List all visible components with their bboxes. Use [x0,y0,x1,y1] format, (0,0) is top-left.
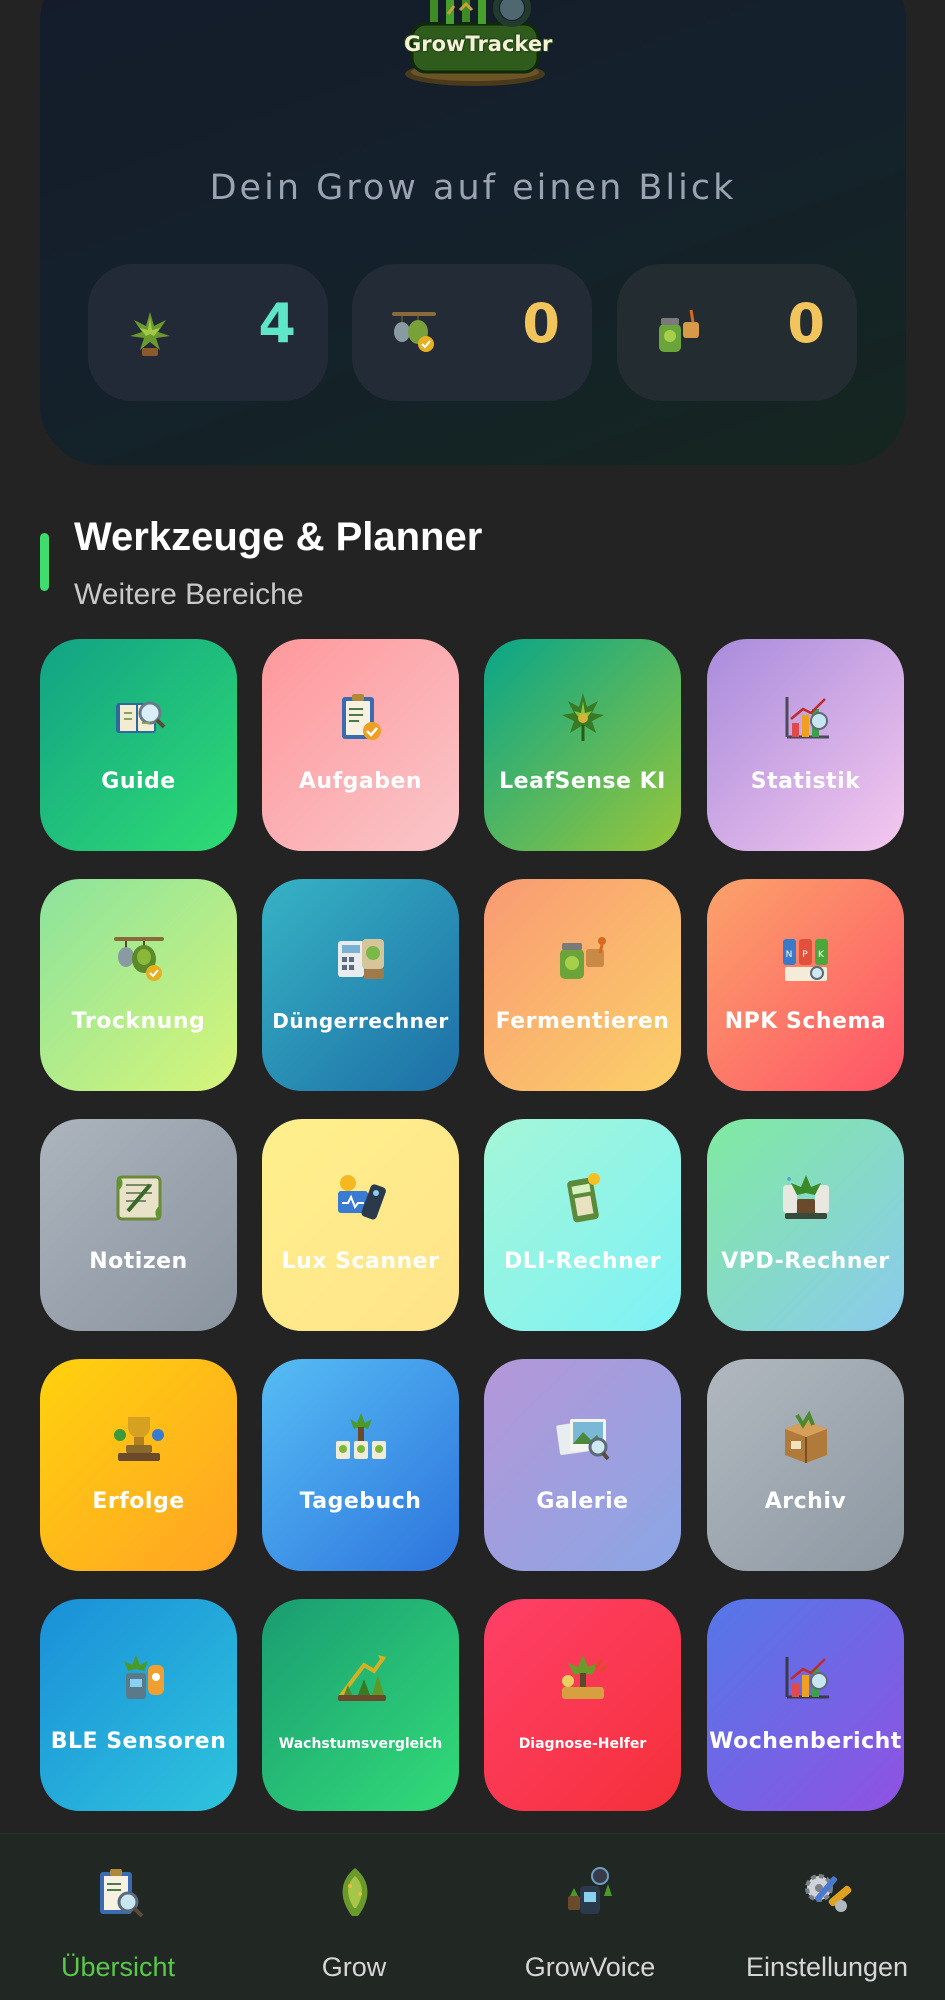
tile-label: NPK Schema [724,1009,887,1034]
stat-drying[interactable]: 0 [352,264,592,401]
nav-label: Einstellungen [745,1952,909,1982]
voice-icon [568,1867,612,1914]
archive-box-icon [785,1411,827,1463]
stat-drying-value: 0 [522,292,560,355]
jar-icon [659,309,699,352]
nav-overview[interactable]: Übersicht [0,1834,236,2000]
nav-grow[interactable]: Grow [236,1834,472,2000]
npk-bottles-icon: N P K [783,939,828,981]
grow-bud-icon [342,1868,368,1916]
stat-plants[interactable]: 4 [88,264,328,401]
tile-vpd-rechner[interactable]: VPD-Rechner [707,1119,904,1331]
drying-rack-icon [114,937,164,981]
tile-label: Tagebuch [299,1489,422,1514]
fertilizer-calculator-icon [338,939,384,979]
tile-tagebuch[interactable]: Tagebuch [262,1359,459,1571]
hero-tagline: Dein Grow auf einen Blick [209,168,737,208]
growth-compare-icon [338,1655,386,1701]
tile-label: Fermentieren [495,1009,670,1034]
tile-duengerrechner[interactable]: Düngerrechner [262,879,459,1091]
ble-sensor-icon [124,1655,164,1699]
tile-notizen[interactable]: Notizen [40,1119,237,1331]
chart-icon [785,697,829,739]
tile-erfolge[interactable]: Erfolge [40,1359,237,1571]
notes-icon [116,1175,162,1221]
nav-growvoice[interactable]: GrowVoice [472,1834,708,2000]
home-screen: GrowTracker Dein Grow auf einen Blick 4 … [0,0,945,2000]
lux-scanner-icon [338,1175,386,1220]
stat-plants-value: 4 [258,292,296,355]
tile-label: Düngerrechner [272,1009,449,1033]
tile-label: Aufgaben [298,769,423,794]
tile-label: Wachstumsvergleich [278,1736,443,1752]
settings-tools-icon [805,1874,852,1912]
nav-settings[interactable]: Einstellungen [709,1834,945,2000]
bottom-navigation: Übersicht Grow GrowVoice Einstellungen [0,1833,945,2000]
jar-icon [560,937,606,979]
tile-statistik[interactable]: Statistik [707,639,904,851]
tile-label: Diagnose-Helfer [518,1736,647,1752]
tile-label: Galerie [536,1489,629,1514]
tile-archiv[interactable]: Archiv [707,1359,904,1571]
tile-label: DLI-Rechner [503,1249,662,1274]
tile-aufgaben[interactable]: Aufgaben [262,639,459,851]
tile-label: Trocknung [71,1009,206,1034]
dli-calculator-icon [567,1173,600,1223]
clipboard-icon [342,694,381,740]
tile-label: Notizen [89,1249,188,1274]
plant-icon [130,312,170,356]
tile-label: VPD-Rechner [721,1249,890,1274]
tile-ble-sensoren[interactable]: BLE Sensoren [40,1599,237,1811]
tile-dli-rechner[interactable]: DLI-Rechner [484,1119,681,1331]
weekly-report-icon [785,1657,829,1699]
nav-label: Grow [321,1952,387,1982]
tile-label: Guide [101,769,176,794]
svg-text:N: N [786,950,793,960]
section-title: Werkzeuge & Planner [74,515,483,559]
tile-galerie[interactable]: Galerie [484,1359,681,1571]
section-subtitle: Weitere Bereiche [74,578,304,611]
vpd-calculator-icon [783,1175,829,1219]
diary-icon [336,1413,386,1459]
tile-label: Wochenbericht [709,1729,902,1754]
tile-label: LeafSense KI [499,769,666,794]
leaf-ai-icon [562,693,604,741]
overview-icon [100,1869,144,1918]
stat-curing-value: 0 [787,292,825,355]
tile-label: Lux Scanner [281,1249,440,1274]
tile-label: Archiv [764,1489,847,1514]
drying-icon [392,312,436,352]
guide-book-icon [116,701,166,733]
nav-label: Übersicht [60,1952,176,1982]
tile-leafsense-ki[interactable]: LeafSense KI [484,639,681,851]
gallery-icon [556,1419,610,1461]
tile-wachstumsvergleich[interactable]: Wachstumsvergleich [262,1599,459,1811]
tile-diagnose-helfer[interactable]: Diagnose-Helfer [484,1599,681,1811]
tile-fermentieren[interactable]: Fermentieren [484,879,681,1091]
logo-text: GrowTracker [404,32,553,56]
tile-wochenbericht[interactable]: Wochenbericht [707,1599,904,1811]
section-accent-bar [40,533,49,591]
tile-npk-schema[interactable]: N P K NPK Schema [707,879,904,1091]
tile-guide[interactable]: Guide [40,639,237,851]
tile-lux-scanner[interactable]: Lux Scanner [262,1119,459,1331]
tile-label: BLE Sensoren [50,1729,227,1754]
achievements-icon [114,1417,164,1461]
tile-label: Statistik [750,769,861,794]
diagnosis-icon [562,1655,609,1699]
tile-label: Erfolge [92,1489,185,1514]
svg-text:P: P [802,950,808,960]
stat-curing[interactable]: 0 [617,264,857,401]
nav-label: GrowVoice [524,1952,656,1982]
growtracker-logo: GrowTracker [390,0,560,88]
tile-trocknung[interactable]: Trocknung [40,879,237,1091]
